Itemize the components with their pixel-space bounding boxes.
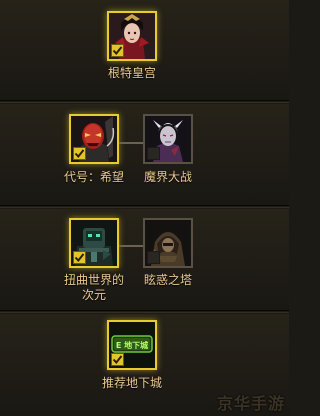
checkbox-unchecked-icon[interactable] — [147, 147, 160, 160]
node-label-recommended-dungeon: 推荐地下城 — [101, 376, 162, 390]
node-label-twisted-dimension: 扭曲世界的 次元 — [54, 273, 134, 303]
dungeon-node-recommended-dungeon[interactable]: E 地下城 — [107, 320, 157, 370]
node-label-gent-palace: 根特皇宫 — [107, 66, 156, 80]
checkbox-checked-icon[interactable] — [111, 353, 124, 366]
dungeon-node-illusion-tower[interactable] — [143, 218, 193, 268]
tree-connector — [119, 245, 143, 247]
node-label-line-2: 次元 — [81, 288, 106, 302]
node-label-code-hope: 代号：希望 — [63, 170, 124, 184]
dungeon-badge-text: E 地下城 — [116, 340, 148, 350]
tree-connector — [119, 142, 143, 144]
checkbox-checked-icon[interactable] — [73, 147, 86, 160]
checkbox-unchecked-icon[interactable] — [147, 251, 160, 264]
node-label-demon-war: 魔界大战 — [143, 170, 192, 184]
node-label-illusion-tower: 眩惑之塔 — [143, 273, 192, 287]
watermark-text: 京华手游 — [216, 394, 285, 413]
dungeon-node-gent-palace[interactable] — [107, 11, 157, 61]
dungeon-node-twisted-dimension[interactable] — [69, 218, 119, 268]
node-label-line-1: 扭曲世界的 — [63, 273, 124, 287]
dungeon-node-demon-war[interactable] — [143, 114, 193, 164]
dungeon-node-code-hope[interactable] — [69, 114, 119, 164]
checkbox-checked-icon[interactable] — [111, 44, 124, 57]
checkbox-checked-icon[interactable] — [73, 251, 86, 264]
